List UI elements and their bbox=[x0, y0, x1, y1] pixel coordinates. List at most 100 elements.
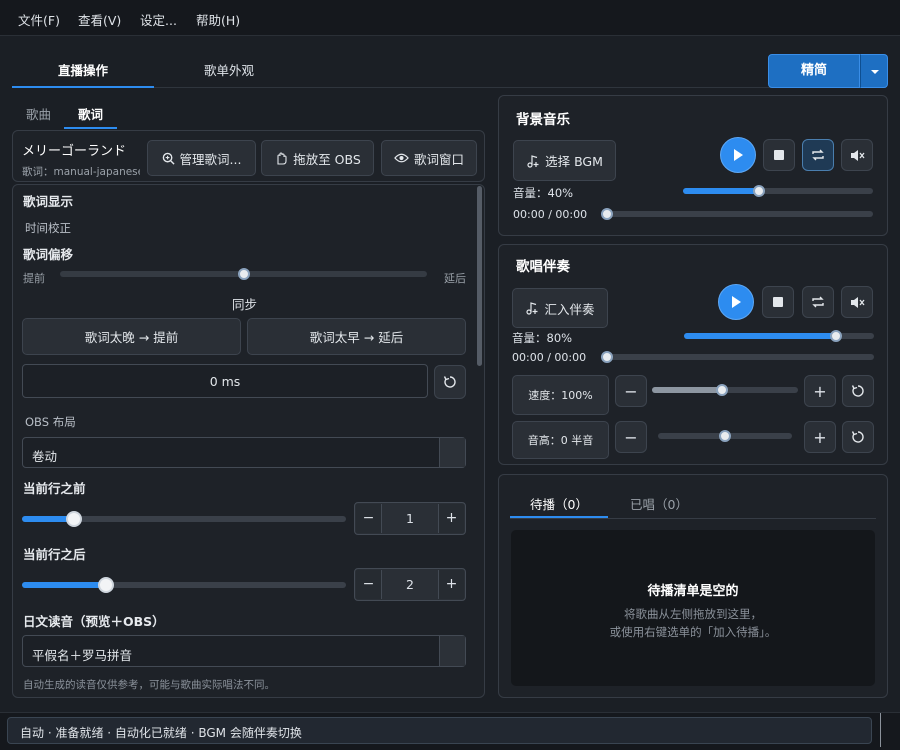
active-tab-indicator bbox=[12, 86, 154, 88]
lyrics-window-label: 歌词窗口 bbox=[413, 151, 464, 167]
speed-plus-button[interactable]: + bbox=[804, 375, 836, 407]
import-backing-button[interactable]: 汇入伴奏 bbox=[512, 288, 608, 328]
slider-thumb[interactable] bbox=[753, 185, 765, 197]
bgm-time: 00:00 / 00:00 bbox=[513, 208, 588, 221]
lyrics-later-button[interactable]: 歌词太早 → 延后 bbox=[247, 318, 466, 355]
plus-icon: + bbox=[813, 427, 827, 447]
sync-label: 同步 bbox=[232, 297, 258, 312]
bgm-volume-slider[interactable] bbox=[683, 184, 873, 198]
slider-fill bbox=[684, 333, 836, 339]
tab-live-control[interactable]: 直播操作 bbox=[12, 60, 154, 79]
subtab-songs[interactable]: 歌曲 bbox=[26, 104, 51, 123]
slider-thumb[interactable] bbox=[716, 384, 728, 396]
slider-thumb[interactable] bbox=[238, 268, 250, 280]
stop-icon bbox=[774, 150, 784, 160]
bgm-play-button[interactable] bbox=[720, 137, 756, 173]
slider-fill bbox=[22, 582, 106, 588]
tab-playlist-appearance[interactable]: 歌单外观 bbox=[158, 60, 300, 79]
drag-to-obs-button[interactable]: 拖放至 OBS bbox=[261, 140, 374, 176]
play-icon bbox=[732, 296, 741, 308]
slider-thumb[interactable] bbox=[719, 430, 731, 442]
menu-settings[interactable]: 设定... bbox=[140, 10, 177, 29]
obs-layout-select[interactable]: 卷动 bbox=[22, 437, 466, 468]
pitch-slider[interactable] bbox=[658, 429, 792, 443]
before-lines-slider[interactable] bbox=[22, 511, 346, 527]
obs-layout-value: 卷动 bbox=[32, 449, 58, 464]
lyrics-display-heading: 歌词显示 bbox=[23, 194, 74, 209]
karaoke-volume-slider[interactable] bbox=[684, 329, 874, 343]
pitch-minus-button[interactable]: − bbox=[615, 421, 647, 453]
minus-icon: − bbox=[624, 381, 638, 401]
loop-icon bbox=[812, 149, 824, 161]
hand-icon bbox=[277, 152, 287, 165]
minus-icon: − bbox=[624, 427, 638, 447]
after-plus-button[interactable]: + bbox=[438, 570, 464, 599]
slider-thumb[interactable] bbox=[66, 511, 82, 527]
manage-lyrics-label: 管理歌词... bbox=[179, 151, 242, 167]
after-lines-heading: 当前行之后 bbox=[23, 547, 86, 562]
offset-ms-field[interactable]: 0 ms bbox=[22, 364, 428, 398]
tab-queue-pending[interactable]: 待播（0） bbox=[510, 494, 608, 513]
bgm-loop-toggle[interactable] bbox=[802, 139, 834, 171]
karaoke-loop-button[interactable] bbox=[802, 286, 834, 318]
reset-icon bbox=[851, 385, 864, 397]
status-separator bbox=[880, 713, 881, 747]
song-title: メリーゴーランド bbox=[22, 144, 127, 159]
loop-icon bbox=[812, 296, 824, 308]
lyrics-earlier-button[interactable]: 歌词太晚 → 提前 bbox=[22, 318, 241, 355]
pitch-plus-button[interactable]: + bbox=[804, 421, 836, 453]
slider-thumb[interactable] bbox=[830, 330, 842, 342]
slider-fill bbox=[683, 188, 759, 194]
subtab-lyrics[interactable]: 歌词 bbox=[78, 104, 103, 123]
bgm-mute-button[interactable] bbox=[841, 139, 873, 171]
reading-value: 平假名＋罗马拼音 bbox=[32, 648, 133, 663]
reading-dropdown[interactable] bbox=[439, 636, 465, 666]
speed-slider[interactable] bbox=[652, 383, 798, 397]
reading-heading: 日文读音（预览＋OBS） bbox=[23, 614, 165, 629]
compact-mode-button[interactable]: 精简 bbox=[768, 54, 860, 88]
select-bgm-label: 选择 BGM bbox=[545, 154, 603, 169]
speed-reset-button[interactable] bbox=[842, 375, 874, 407]
karaoke-seek-slider[interactable] bbox=[601, 350, 874, 364]
before-plus-button[interactable]: + bbox=[438, 504, 464, 533]
offset-reset-button[interactable] bbox=[434, 365, 466, 399]
panel-scrollbar[interactable] bbox=[477, 186, 482, 366]
after-minus-button[interactable]: − bbox=[356, 570, 382, 599]
bgm-stop-button[interactable] bbox=[763, 139, 795, 171]
slider-thumb[interactable] bbox=[98, 577, 114, 593]
karaoke-volume-label: 音量：80% bbox=[512, 331, 573, 345]
speed-minus-button[interactable]: − bbox=[615, 375, 647, 407]
lyrics-window-button[interactable]: 歌词窗口 bbox=[381, 140, 477, 176]
bgm-seek-slider[interactable] bbox=[601, 207, 873, 221]
play-icon bbox=[734, 149, 743, 161]
select-bgm-button[interactable]: 选择 BGM bbox=[513, 140, 616, 181]
reading-select[interactable]: 平假名＋罗马拼音 bbox=[22, 635, 466, 667]
eye-icon bbox=[394, 153, 409, 163]
before-lines-value: 1 bbox=[406, 511, 414, 526]
subtab-indicator bbox=[64, 127, 117, 129]
manage-lyrics-button[interactable]: 管理歌词... bbox=[147, 140, 256, 176]
karaoke-stop-button[interactable] bbox=[762, 286, 794, 318]
search-icon bbox=[162, 152, 175, 165]
menu-bar bbox=[0, 0, 900, 36]
menu-help[interactable]: 帮助(H) bbox=[196, 10, 240, 29]
after-lines-slider[interactable] bbox=[22, 577, 346, 593]
offset-earlier-label: 提前 bbox=[23, 272, 45, 285]
lyrics-offset-heading: 歌词偏移 bbox=[23, 247, 74, 262]
reset-icon bbox=[851, 431, 864, 443]
song-lyric-source: 歌词：manual-japanese bbox=[22, 166, 140, 178]
karaoke-play-button[interactable] bbox=[718, 284, 754, 320]
time-calibration-heading: 时间校正 bbox=[25, 221, 71, 235]
reset-icon bbox=[443, 376, 456, 388]
mode-dropdown-button[interactable] bbox=[860, 54, 888, 88]
before-minus-button[interactable]: − bbox=[356, 504, 382, 533]
pitch-reset-button[interactable] bbox=[842, 421, 874, 453]
obs-layout-dropdown[interactable] bbox=[439, 438, 465, 467]
bgm-title: 背景音乐 bbox=[516, 112, 570, 128]
karaoke-mute-button[interactable] bbox=[841, 286, 873, 318]
menu-view[interactable]: 查看(V) bbox=[78, 10, 121, 29]
mute-icon bbox=[850, 296, 865, 308]
menu-file[interactable]: 文件(F) bbox=[18, 10, 60, 29]
tab-queue-done[interactable]: 已唱（0） bbox=[610, 494, 708, 513]
lyrics-offset-slider[interactable] bbox=[60, 267, 427, 281]
